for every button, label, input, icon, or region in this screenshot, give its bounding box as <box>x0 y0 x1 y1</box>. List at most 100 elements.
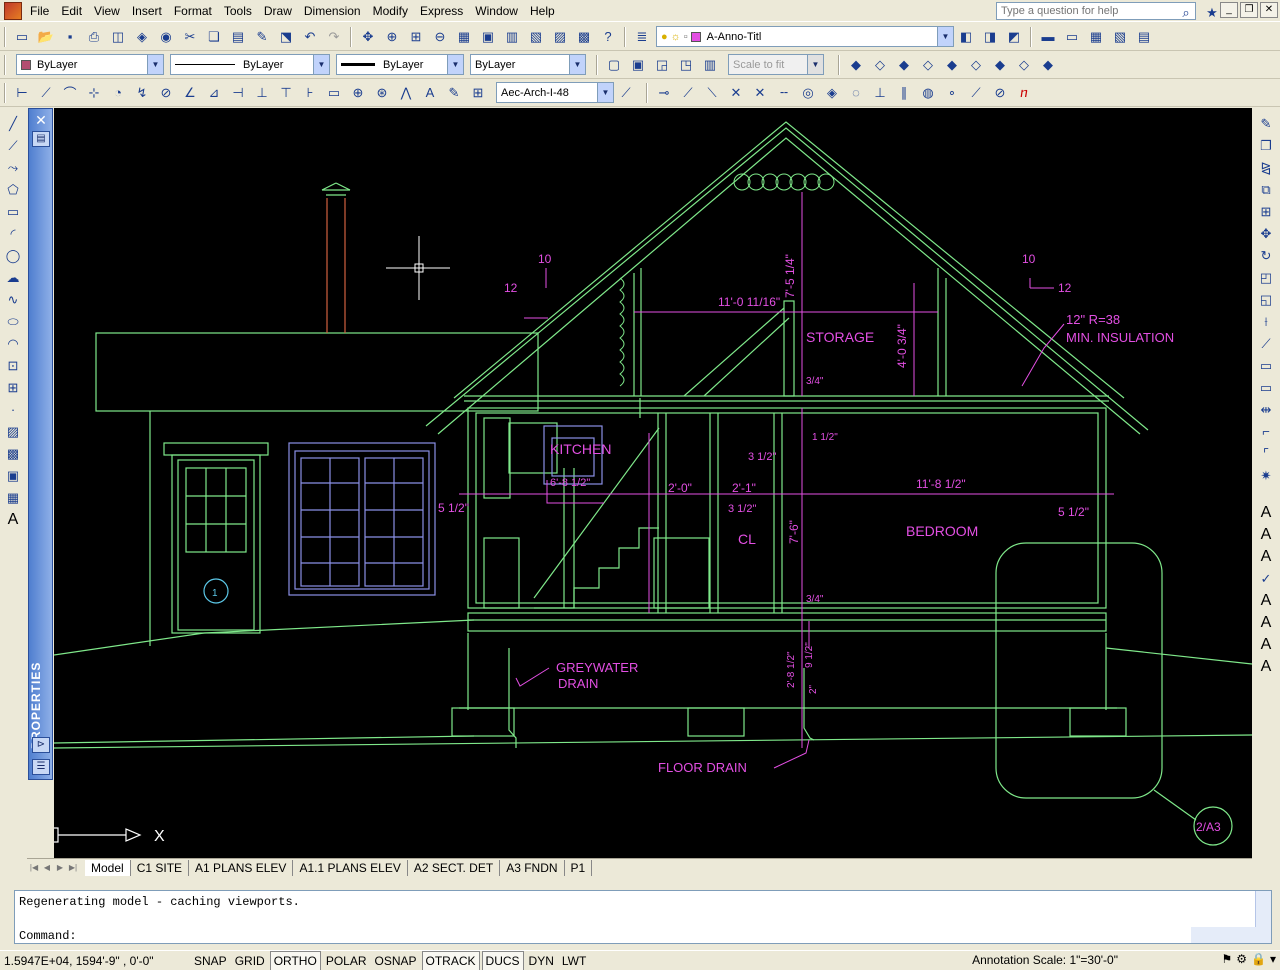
layer-manager-icon[interactable]: ≣ <box>631 26 653 48</box>
trim-icon[interactable]: ⟊ <box>1255 311 1277 332</box>
text-icon[interactable]: A <box>1255 502 1277 523</box>
grid-toggle[interactable]: GRID <box>232 952 268 970</box>
style-text-icon[interactable]: ▬ <box>1037 26 1059 48</box>
tab-a1-1-plans-elev[interactable]: A1.1 PLANS ELEV <box>293 860 408 876</box>
sheetset-icon[interactable]: ▧ <box>525 26 547 48</box>
menu-draw[interactable]: Draw <box>258 1 298 21</box>
palette-settings-icon[interactable]: ▤ <box>32 131 50 147</box>
copy-icon[interactable]: ❏ <box>203 26 225 48</box>
search-icon[interactable]: ⌕ <box>1175 2 1197 24</box>
region-icon[interactable]: ▣ <box>2 465 24 486</box>
linetype-combo[interactable]: ByLayer ▼ <box>170 54 330 75</box>
layer-tool-4-icon[interactable]: ◇ <box>917 54 939 76</box>
viewport-clip-icon[interactable]: ◳ <box>675 54 697 76</box>
drawing-canvas[interactable]: STORAGE KITCHEN CL BEDROOM 11'-0 11/16" … <box>54 108 1252 858</box>
snap-node-icon[interactable]: ◍ <box>917 82 939 104</box>
coordinate-readout[interactable]: 1.5947E+04, 1594'-9" , 0'-0" <box>0 954 190 968</box>
snap-endpoint-icon[interactable]: ⊸ <box>653 82 675 104</box>
help-search-input[interactable] <box>996 2 1196 20</box>
table-icon[interactable]: ▦ <box>2 487 24 508</box>
ducs-toggle[interactable]: DUCS <box>481 950 524 970</box>
polyline-icon[interactable]: ⤳ <box>2 157 24 178</box>
snap-quadrant-icon[interactable]: ◎ <box>797 82 819 104</box>
mirror-icon[interactable]: ⧎ <box>1255 157 1277 178</box>
block-editor-icon[interactable]: ⬔ <box>275 26 297 48</box>
extend-icon[interactable]: ⟋ <box>1255 333 1277 354</box>
lineweight-combo[interactable]: ByLayer ▼ <box>336 54 464 75</box>
dim-linear-icon[interactable]: ⊢ <box>11 82 33 104</box>
snap-settings-icon[interactable]: ⊘ <box>989 82 1011 104</box>
undo-icon[interactable]: ↶ <box>299 26 321 48</box>
dim-space-icon[interactable]: ⊤ <box>275 82 297 104</box>
menu-dimension[interactable]: Dimension <box>298 1 367 21</box>
hatch-icon[interactable]: ▨ <box>2 421 24 442</box>
join-icon[interactable]: ⇹ <box>1255 399 1277 420</box>
otrack-toggle[interactable]: OTRACK <box>421 950 480 970</box>
tab-p1[interactable]: P1 <box>564 860 593 876</box>
layer-tool-2-icon[interactable]: ◇ <box>869 54 891 76</box>
tolerance-icon[interactable]: ▭ <box>323 82 345 104</box>
palette-autohide-icon[interactable]: ⊳ <box>32 737 50 753</box>
command-scrollbar[interactable] <box>1255 891 1271 927</box>
quick-dim-icon[interactable]: ⊿ <box>203 82 225 104</box>
dim-diameter-icon[interactable]: ⊘ <box>155 82 177 104</box>
line-icon[interactable]: ╱ <box>2 113 24 134</box>
snap-intersection-icon[interactable]: ⟍ <box>701 82 723 104</box>
menu-help[interactable]: Help <box>524 1 561 21</box>
arc-icon[interactable]: ◜ <box>2 223 24 244</box>
text-justify-icon[interactable]: A <box>1255 634 1277 655</box>
rotate-icon[interactable]: ↻ <box>1255 245 1277 266</box>
layer-make-current-icon[interactable]: ◨ <box>979 26 1001 48</box>
layer-tool-1-icon[interactable]: ◆ <box>845 54 867 76</box>
layer-tool-6-icon[interactable]: ◇ <box>965 54 987 76</box>
offset-icon[interactable]: ⧉ <box>1255 179 1277 200</box>
plot-icon[interactable]: ⎙ <box>83 26 105 48</box>
spline-icon[interactable]: ∿ <box>2 289 24 310</box>
viewport-layers-icon[interactable]: ▥ <box>699 54 721 76</box>
layer-tool-9-icon[interactable]: ◆ <box>1037 54 1059 76</box>
style-dim-icon[interactable]: ▭ <box>1061 26 1083 48</box>
tab-prev-icon[interactable]: ◀ <box>41 861 53 875</box>
osnap-toggle[interactable]: OSNAP <box>372 952 420 970</box>
revcloud-icon[interactable]: ☁ <box>2 267 24 288</box>
menu-modify[interactable]: Modify <box>367 1 414 21</box>
help-icon[interactable]: ? <box>597 26 619 48</box>
dim-radius-icon[interactable]: ◔ <box>107 82 129 104</box>
tab-a3-fndn[interactable]: A3 FNDN <box>500 860 565 876</box>
designcenter-icon[interactable]: ▣ <box>477 26 499 48</box>
make-block-icon[interactable]: ⊞ <box>2 377 24 398</box>
layer-combo[interactable]: ● ☼ ▫ A-Anno-Titl ▼ <box>656 26 954 47</box>
paste-icon[interactable]: ▤ <box>227 26 249 48</box>
restore-icon[interactable]: ❐ <box>1240 2 1258 18</box>
dimstyle-manager-icon[interactable]: ⟋ <box>615 82 637 104</box>
text-edit-icon[interactable]: A <box>1255 524 1277 545</box>
menu-express[interactable]: Express <box>414 1 469 21</box>
center-mark-icon[interactable]: ⊕ <box>347 82 369 104</box>
lock-icon[interactable]: 🔒 <box>1251 952 1266 966</box>
rectangle-icon[interactable]: ▭ <box>2 201 24 222</box>
fillet-icon[interactable]: ⌜ <box>1255 443 1277 464</box>
viewport-single-icon[interactable]: ▢ <box>603 54 625 76</box>
snap-nearest-icon[interactable]: ∘ <box>941 82 963 104</box>
color-combo[interactable]: ByLayer ▼ <box>16 54 164 75</box>
snap-none-icon[interactable]: ⟋ <box>965 82 987 104</box>
dim-baseline-icon[interactable]: ⊣ <box>227 82 249 104</box>
layer-tool-5-icon[interactable]: ◆ <box>941 54 963 76</box>
polar-toggle[interactable]: POLAR <box>323 952 370 970</box>
pan-icon[interactable]: ✥ <box>357 26 379 48</box>
markup-icon[interactable]: ▨ <box>549 26 571 48</box>
tab-first-icon[interactable]: |◀ <box>28 861 40 875</box>
properties-icon[interactable]: ▦ <box>453 26 475 48</box>
save-icon[interactable]: ▪ <box>59 26 81 48</box>
dyn-toggle[interactable]: DYN <box>526 952 557 970</box>
lwt-toggle[interactable]: LWT <box>559 952 589 970</box>
menu-insert[interactable]: Insert <box>126 1 168 21</box>
stretch-icon[interactable]: ◱ <box>1255 289 1277 310</box>
zoom-realtime-icon[interactable]: ⊕ <box>381 26 403 48</box>
viewport-object-icon[interactable]: ◲ <box>651 54 673 76</box>
tab-next-icon[interactable]: ▶ <box>54 861 66 875</box>
dim-angular-icon[interactable]: ∠ <box>179 82 201 104</box>
close-icon[interactable]: ✕ <box>33 112 49 128</box>
snap-center-icon[interactable]: ╌ <box>773 82 795 104</box>
circle-icon[interactable]: ◯ <box>2 245 24 266</box>
